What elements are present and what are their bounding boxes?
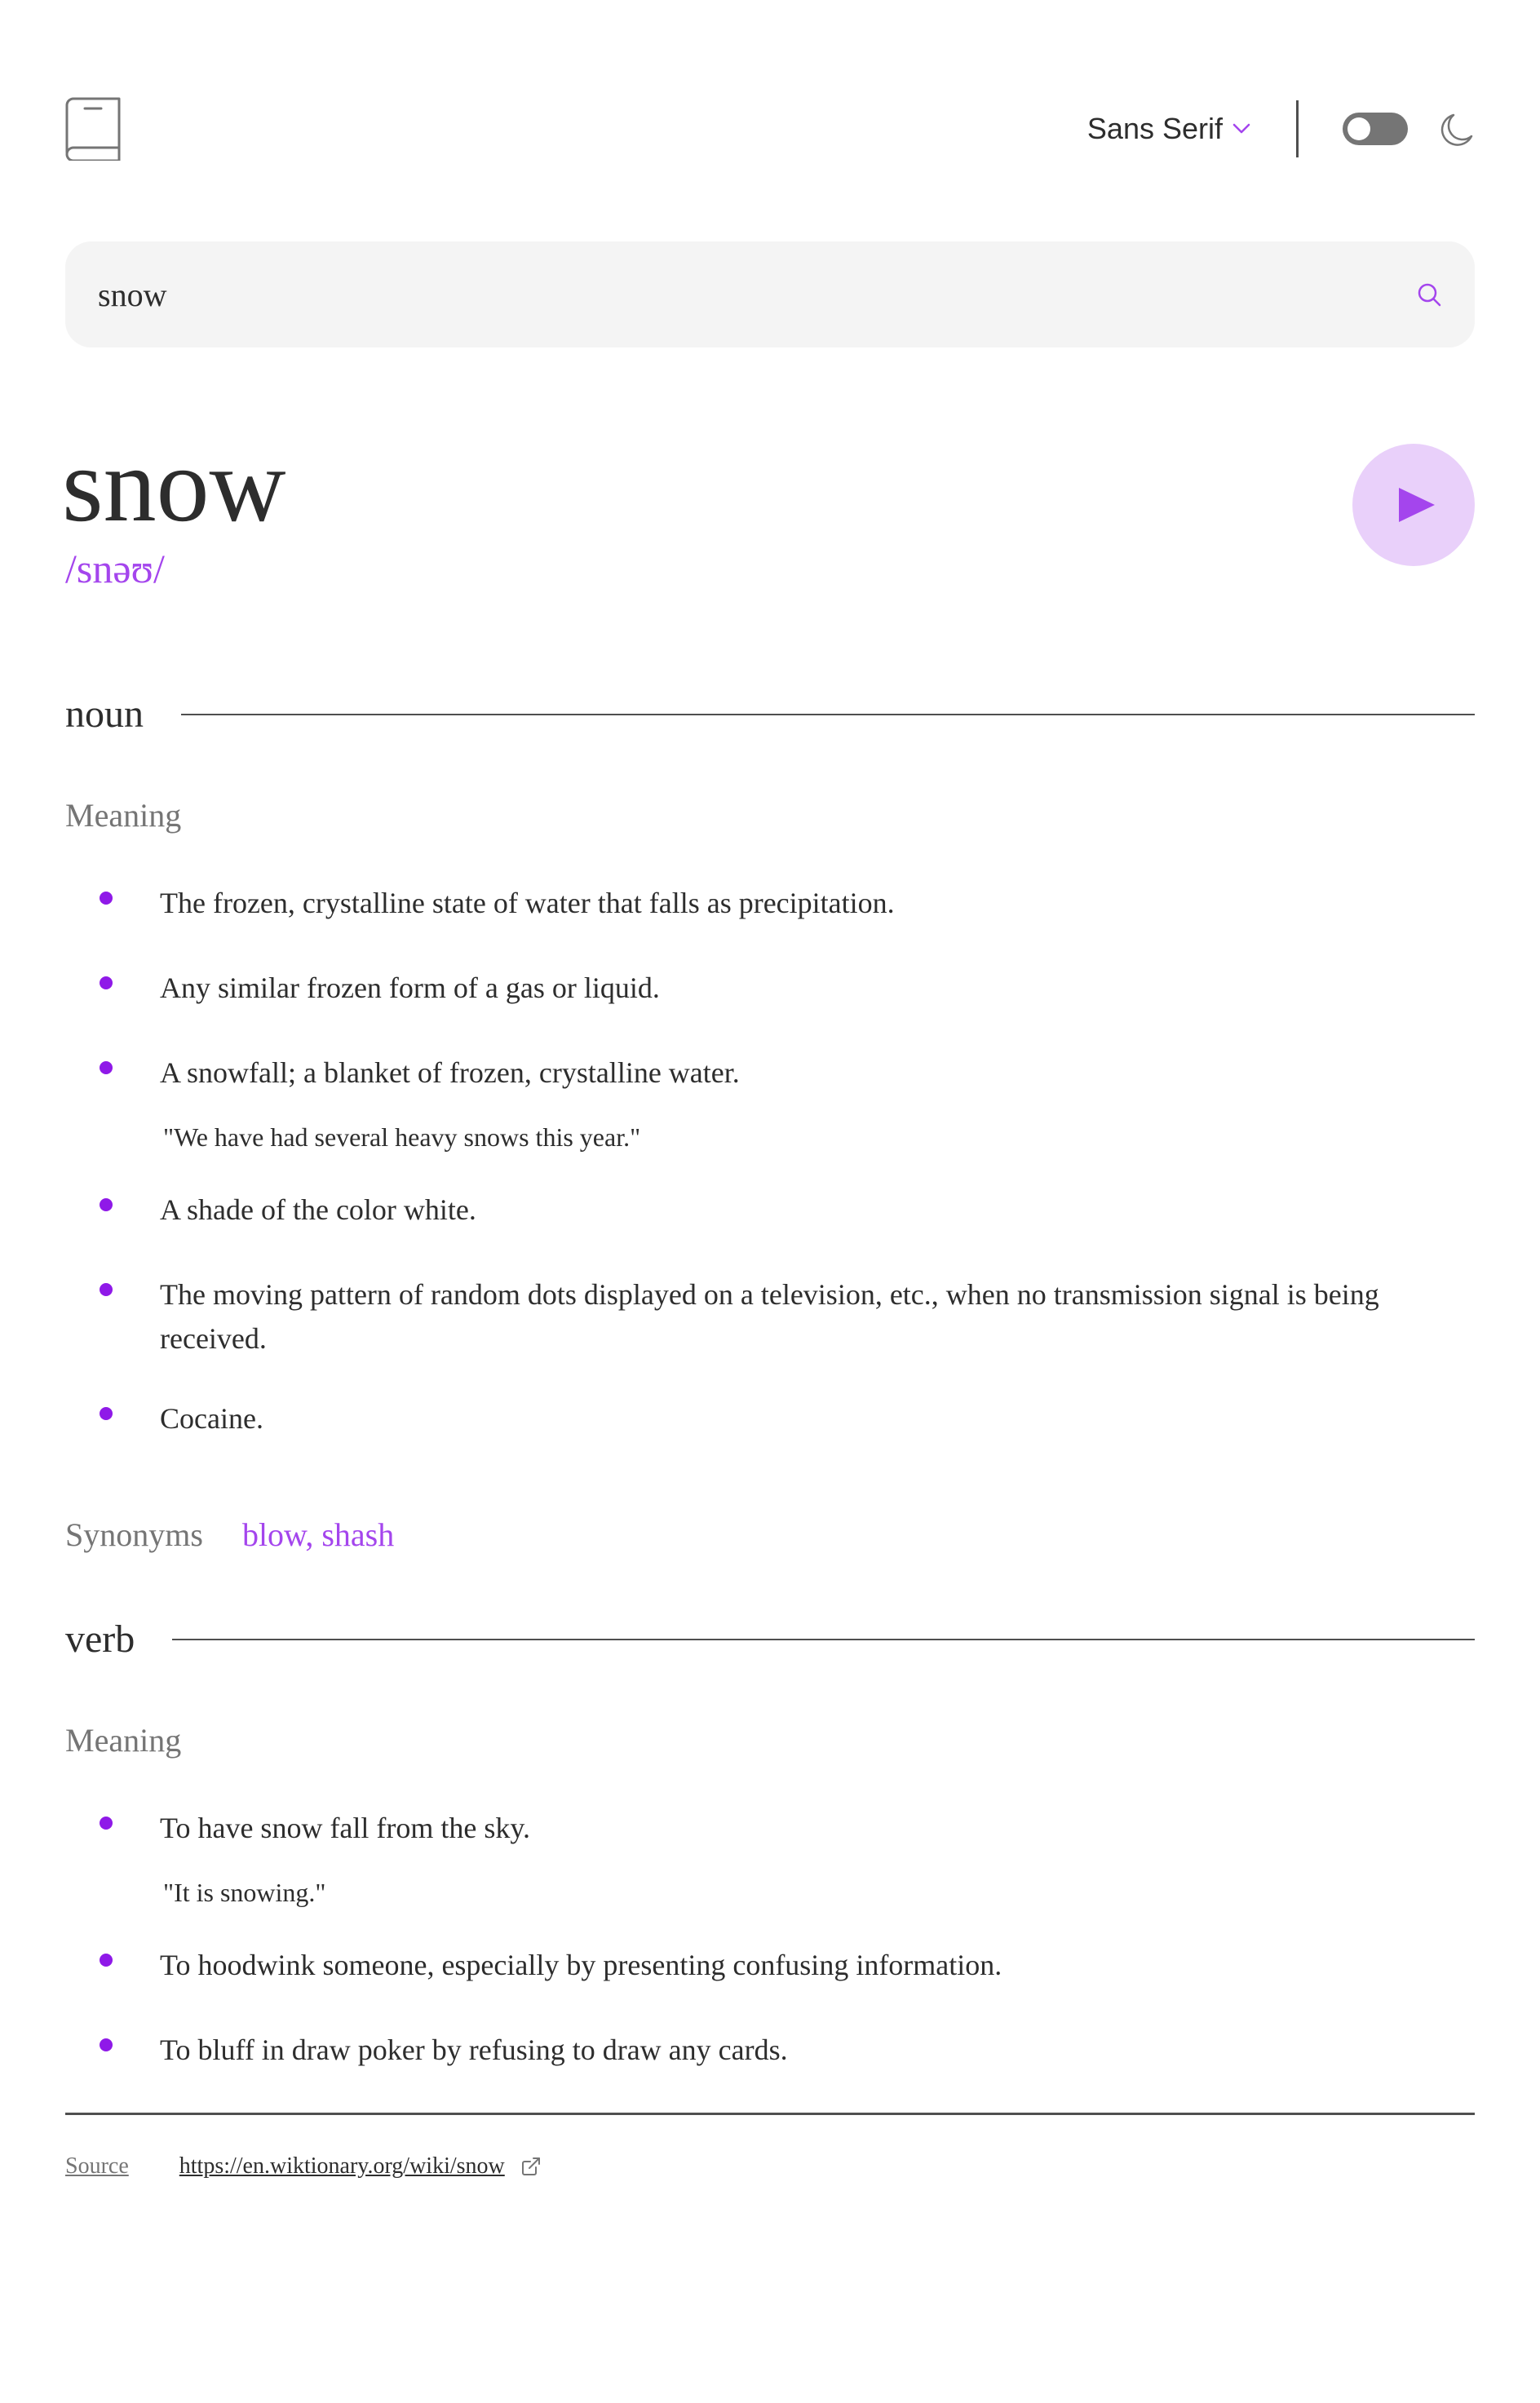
play-icon: [1399, 488, 1435, 522]
definition-text: To have snow fall from the sky.: [160, 1812, 531, 1844]
synonyms-label: Synonyms: [65, 1516, 203, 1553]
font-family-selected: Sans Serif: [1086, 112, 1223, 145]
bullet-dot: [100, 892, 113, 905]
source-link[interactable]: https://en.wiktionary.org/wiki/snow: [179, 2153, 505, 2180]
section-divider: [181, 713, 1475, 715]
bullet-dot: [100, 2038, 113, 2051]
bullet-dot: [100, 1407, 113, 1420]
theme-toggle-knob: [1348, 117, 1370, 140]
definition-item: To have snow fall from the sky. "It is s…: [65, 1806, 1475, 1909]
definition-item: A shade of the color white.: [65, 1188, 1475, 1232]
definition-text: To bluff in draw poker by refusing to dr…: [160, 2033, 788, 2066]
definition-item: The frozen, crystalline state of water t…: [65, 881, 1475, 925]
word-title: snow: [62, 427, 286, 544]
definition-text: Cocaine.: [160, 1402, 263, 1435]
part-of-speech-noun: noun: [65, 693, 144, 736]
verb-definitions: To have snow fall from the sky. "It is s…: [65, 1806, 1475, 2072]
bullet-dot: [100, 1817, 113, 1830]
source-label: Source: [65, 2153, 129, 2179]
footer-divider: [65, 2113, 1475, 2115]
bullet-dot: [100, 1061, 113, 1074]
definition-item: To bluff in draw poker by refusing to dr…: [65, 2028, 1475, 2072]
moon-icon: [1440, 113, 1473, 146]
section-divider: [172, 1638, 1475, 1640]
definition-item: The moving pattern of random dots displa…: [65, 1272, 1475, 1361]
definition-item: Cocaine.: [65, 1396, 1475, 1440]
dictionary-page: Sans Serif snow /snəʊ/: [0, 0, 1540, 2403]
verb-section-header: verb: [65, 1617, 1475, 1662]
header: Sans Serif: [65, 96, 1475, 162]
bullet-dot: [100, 976, 113, 989]
word-header: snow /snəʊ/: [62, 424, 1475, 612]
font-family-select[interactable]: Sans Serif: [1087, 112, 1250, 146]
bullet-dot: [100, 1283, 113, 1296]
definition-text: The moving pattern of random dots displa…: [160, 1278, 1379, 1355]
theme-toggle[interactable]: [1343, 113, 1408, 145]
part-of-speech-verb: verb: [65, 1617, 135, 1661]
play-pronunciation-button[interactable]: [1352, 444, 1475, 566]
noun-section-header: noun: [65, 692, 1475, 737]
header-controls: Sans Serif: [1087, 100, 1475, 157]
definition-item: To hoodwink someone, especially by prese…: [65, 1943, 1475, 1987]
verb-meaning-heading: Meaning: [65, 1722, 182, 1759]
chevron-down-icon: [1232, 123, 1250, 134]
definition-example: "It is snowing.": [163, 1878, 326, 1907]
definition-item: Any similar frozen form of a gas or liqu…: [65, 966, 1475, 1010]
phonetic: /snəʊ/: [65, 546, 165, 591]
definition-text: To hoodwink someone, especially by prese…: [160, 1949, 1002, 1981]
bullet-dot: [100, 1198, 113, 1211]
noun-definitions: The frozen, crystalline state of water t…: [65, 881, 1475, 1440]
definition-text: The frozen, crystalline state of water t…: [160, 887, 895, 919]
source-row: Source https://en.wiktionary.org/wiki/sn…: [65, 2153, 541, 2180]
bullet-dot: [100, 1954, 113, 1967]
search-bar: [65, 241, 1475, 347]
definition-text: A shade of the color white.: [160, 1193, 476, 1226]
definition-item: A snowfall; a blanket of frozen, crystal…: [65, 1051, 1475, 1153]
noun-meaning-heading: Meaning: [65, 797, 182, 834]
header-divider: [1296, 100, 1299, 157]
noun-synonyms: Synonyms blow, shash: [65, 1516, 394, 1554]
definition-text: Any similar frozen form of a gas or liqu…: [160, 971, 660, 1004]
search-icon[interactable]: [1416, 281, 1442, 308]
synonyms-link[interactable]: blow, shash: [242, 1516, 394, 1554]
definition-example: "We have had several heavy snows this ye…: [163, 1122, 641, 1152]
search-input[interactable]: [98, 275, 1416, 314]
external-link-icon[interactable]: [521, 2157, 541, 2176]
definition-text: A snowfall; a blanket of frozen, crystal…: [160, 1056, 740, 1089]
book-icon[interactable]: [65, 97, 122, 161]
